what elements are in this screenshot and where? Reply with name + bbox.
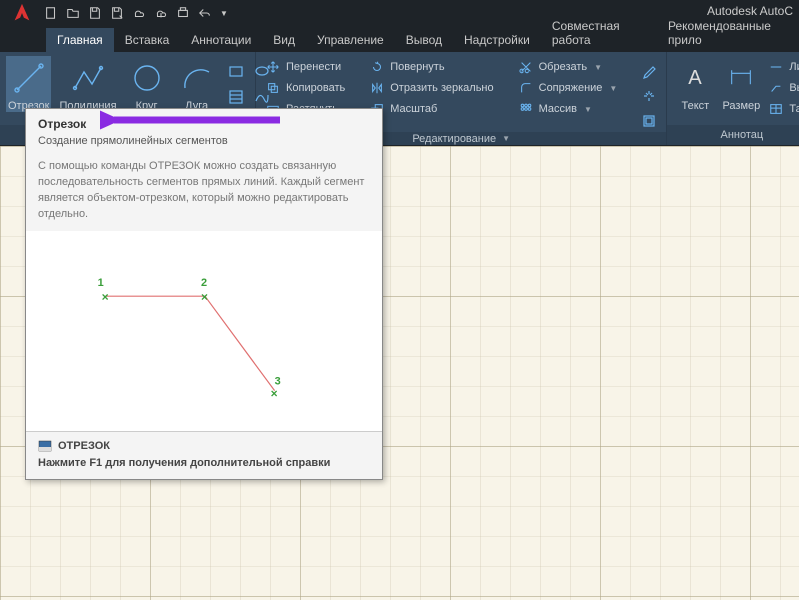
cmd-offset-icon[interactable] bbox=[638, 110, 660, 132]
trim-icon bbox=[518, 59, 534, 75]
tooltip-illustration: 1 × 2 × 3 × bbox=[26, 231, 382, 431]
text-icon: A bbox=[675, 58, 715, 98]
save-icon[interactable] bbox=[86, 4, 104, 22]
tool-rectangle-icon[interactable] bbox=[225, 60, 247, 82]
tooltip-subtitle: Создание прямолинейных сегментов bbox=[38, 135, 370, 147]
cmd-table[interactable]: Таб bbox=[765, 100, 799, 118]
annotation-arrow bbox=[100, 108, 290, 132]
line-icon bbox=[9, 58, 49, 98]
tab-addins[interactable]: Надстройки bbox=[453, 28, 541, 52]
tool-line[interactable]: Отрезок bbox=[6, 56, 51, 112]
cmd-erase-icon[interactable] bbox=[638, 60, 660, 82]
tool-dimension-label: Размер bbox=[722, 100, 760, 112]
cloud-save-icon[interactable] bbox=[152, 4, 170, 22]
svg-text:×: × bbox=[102, 290, 109, 304]
app-logo[interactable] bbox=[6, 0, 38, 26]
cmd-mirror[interactable]: Отразить зеркально bbox=[366, 79, 496, 97]
undo-dropdown-icon[interactable]: ▼ bbox=[220, 9, 228, 18]
cmd-scale[interactable]: Масштаб bbox=[366, 100, 496, 118]
tool-text[interactable]: A Текст bbox=[673, 56, 717, 112]
table-icon bbox=[768, 101, 784, 117]
svg-text:×: × bbox=[201, 290, 208, 304]
pt1-label: 1 bbox=[98, 277, 104, 289]
undo-icon[interactable] bbox=[196, 4, 214, 22]
tab-view[interactable]: Вид bbox=[262, 28, 306, 52]
new-icon[interactable] bbox=[42, 4, 60, 22]
cloud-open-icon[interactable] bbox=[130, 4, 148, 22]
tooltip-command: ОТРЕЗОК bbox=[38, 440, 370, 452]
leader-icon bbox=[768, 80, 784, 96]
tool-dimension[interactable]: Размер bbox=[719, 56, 763, 112]
cmd-trim[interactable]: Обрезать▼ bbox=[515, 58, 621, 76]
tooltip-line: Отрезок Создание прямолинейных сегментов… bbox=[25, 108, 383, 480]
circle-icon bbox=[127, 58, 167, 98]
tooltip-help: Нажмите F1 для получения дополнительной … bbox=[38, 456, 370, 471]
cmd-explode-icon[interactable] bbox=[638, 85, 660, 107]
pt2-label: 2 bbox=[201, 277, 207, 289]
fillet-icon bbox=[518, 80, 534, 96]
dimension-icon bbox=[721, 58, 761, 98]
arc-icon bbox=[177, 58, 217, 98]
cmd-array[interactable]: Массив▼ bbox=[515, 100, 621, 118]
svg-text:×: × bbox=[271, 386, 278, 400]
plot-icon[interactable] bbox=[174, 4, 192, 22]
mirror-icon bbox=[369, 80, 385, 96]
svg-text:A: A bbox=[689, 67, 703, 89]
saveas-icon[interactable] bbox=[108, 4, 126, 22]
cmd-move[interactable]: Перенести bbox=[262, 58, 348, 76]
tooltip-description: С помощью команды ОТРЕЗОК можно создать … bbox=[26, 159, 382, 231]
tab-featured[interactable]: Рекомендованные прило bbox=[657, 14, 799, 52]
cmd-fillet[interactable]: Сопряжение▼ bbox=[515, 79, 621, 97]
rotate-icon bbox=[369, 59, 385, 75]
cmd-leader[interactable]: Вы bbox=[765, 79, 799, 97]
tool-arc[interactable]: Дуга bbox=[175, 56, 219, 112]
ribbon-tabs: Главная Вставка Аннотации Вид Управление… bbox=[0, 26, 799, 52]
tab-insert[interactable]: Вставка bbox=[114, 28, 181, 52]
copy-icon bbox=[265, 80, 281, 96]
tab-output[interactable]: Вывод bbox=[395, 28, 453, 52]
tool-text-label: Текст bbox=[681, 100, 709, 112]
polyline-icon bbox=[68, 58, 108, 98]
array-icon bbox=[518, 101, 534, 117]
cmd-linear[interactable]: Ли bbox=[765, 58, 799, 76]
tool-circle[interactable]: Круг bbox=[125, 56, 169, 112]
panel-annotation: A Текст Размер Ли Вы Таб Аннотац bbox=[667, 52, 799, 145]
panel-annotation-title[interactable]: Аннотац bbox=[667, 125, 799, 145]
move-icon bbox=[265, 59, 281, 75]
tool-polyline[interactable]: Полилиния bbox=[57, 56, 118, 112]
tab-annotate[interactable]: Аннотации bbox=[180, 28, 262, 52]
command-icon bbox=[38, 440, 52, 452]
tab-home[interactable]: Главная bbox=[46, 28, 114, 52]
tool-hatch-icon[interactable] bbox=[225, 86, 247, 108]
tab-manage[interactable]: Управление bbox=[306, 28, 395, 52]
linear-dim-icon bbox=[768, 59, 784, 75]
open-icon[interactable] bbox=[64, 4, 82, 22]
cmd-copy[interactable]: Копировать bbox=[262, 79, 348, 97]
cmd-rotate[interactable]: Повернуть bbox=[366, 58, 496, 76]
tab-collab[interactable]: Совместная работа bbox=[541, 14, 657, 52]
app-title: Autodesk AutoC bbox=[707, 4, 793, 18]
